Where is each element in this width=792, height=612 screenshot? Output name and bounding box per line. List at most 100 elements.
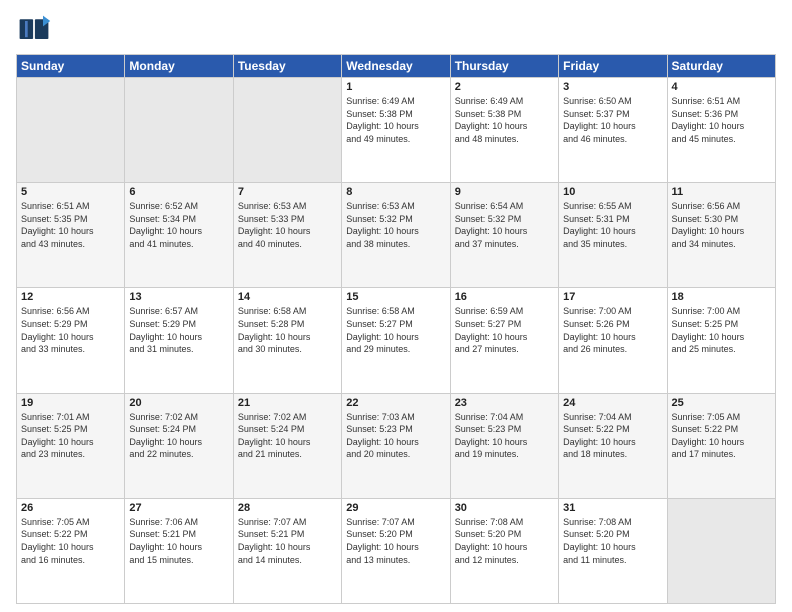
day-info: Sunrise: 6:51 AM Sunset: 5:35 PM Dayligh… [21,200,120,250]
day-info: Sunrise: 6:56 AM Sunset: 5:29 PM Dayligh… [21,305,120,355]
day-info: Sunrise: 6:56 AM Sunset: 5:30 PM Dayligh… [672,200,771,250]
day-info: Sunrise: 7:07 AM Sunset: 5:21 PM Dayligh… [238,516,337,566]
calendar-cell: 13 Sunrise: 6:57 AM Sunset: 5:29 PM Dayli… [125,288,233,393]
day-number: 10 [563,186,662,198]
day-info: Sunrise: 6:49 AM Sunset: 5:38 PM Dayligh… [455,95,554,145]
page: SundayMondayTuesdayWednesdayThursdayFrid… [0,0,792,612]
weekday-header-thursday: Thursday [450,55,558,78]
day-number: 23 [455,397,554,409]
day-info: Sunrise: 7:05 AM Sunset: 5:22 PM Dayligh… [21,516,120,566]
day-info: Sunrise: 6:52 AM Sunset: 5:34 PM Dayligh… [129,200,228,250]
day-info: Sunrise: 7:00 AM Sunset: 5:25 PM Dayligh… [672,305,771,355]
calendar-cell: 30 Sunrise: 7:08 AM Sunset: 5:20 PM Dayli… [450,498,558,603]
weekday-header-tuesday: Tuesday [233,55,341,78]
day-number: 31 [563,502,662,514]
calendar-cell: 25 Sunrise: 7:05 AM Sunset: 5:22 PM Dayli… [667,393,775,498]
day-number: 14 [238,291,337,303]
calendar-cell [125,78,233,183]
calendar-cell: 14 Sunrise: 6:58 AM Sunset: 5:28 PM Dayli… [233,288,341,393]
weekday-header-friday: Friday [559,55,667,78]
calendar-cell: 28Sunrise: 7:07 AM Sunset: 5:21 PM Dayli… [233,498,341,603]
day-number: 17 [563,291,662,303]
day-number: 24 [563,397,662,409]
calendar-cell: 7 Sunrise: 6:53 AM Sunset: 5:33 PM Daylig… [233,183,341,288]
day-number: 12 [21,291,120,303]
day-info: Sunrise: 7:06 AM Sunset: 5:21 PM Dayligh… [129,516,228,566]
calendar-cell: 11 Sunrise: 6:56 AM Sunset: 5:30 PM Dayli… [667,183,775,288]
day-number: 5 [21,186,120,198]
day-info: Sunrise: 6:58 AM Sunset: 5:28 PM Dayligh… [238,305,337,355]
day-info: Sunrise: 7:02 AM Sunset: 5:24 PM Dayligh… [129,411,228,461]
day-number: 20 [129,397,228,409]
calendar-cell: 26Sunrise: 7:05 AM Sunset: 5:22 PM Dayli… [17,498,125,603]
day-info: Sunrise: 7:05 AM Sunset: 5:22 PM Dayligh… [672,411,771,461]
day-info: Sunrise: 6:57 AM Sunset: 5:29 PM Dayligh… [129,305,228,355]
calendar-cell: 19 Sunrise: 7:01 AM Sunset: 5:25 PM Dayli… [17,393,125,498]
day-info: Sunrise: 6:53 AM Sunset: 5:32 PM Dayligh… [346,200,445,250]
calendar-cell: 23 Sunrise: 7:04 AM Sunset: 5:23 PM Dayli… [450,393,558,498]
calendar-cell: 16Sunrise: 6:59 AM Sunset: 5:27 PM Dayli… [450,288,558,393]
calendar-table: SundayMondayTuesdayWednesdayThursdayFrid… [16,54,776,604]
calendar-cell [233,78,341,183]
day-info: Sunrise: 6:51 AM Sunset: 5:36 PM Dayligh… [672,95,771,145]
day-info: Sunrise: 7:00 AM Sunset: 5:26 PM Dayligh… [563,305,662,355]
calendar-cell: 10Sunrise: 6:55 AM Sunset: 5:31 PM Dayli… [559,183,667,288]
calendar-week-3: 12 Sunrise: 6:56 AM Sunset: 5:29 PM Dayli… [17,288,776,393]
day-info: Sunrise: 7:03 AM Sunset: 5:23 PM Dayligh… [346,411,445,461]
calendar-cell: 15 Sunrise: 6:58 AM Sunset: 5:27 PM Dayli… [342,288,450,393]
weekday-header-wednesday: Wednesday [342,55,450,78]
day-info: Sunrise: 7:07 AM Sunset: 5:20 PM Dayligh… [346,516,445,566]
weekday-header-sunday: Sunday [17,55,125,78]
day-info: Sunrise: 6:58 AM Sunset: 5:27 PM Dayligh… [346,305,445,355]
day-number: 22 [346,397,445,409]
day-number: 8 [346,186,445,198]
day-number: 30 [455,502,554,514]
calendar-cell: 21 Sunrise: 7:02 AM Sunset: 5:24 PM Dayli… [233,393,341,498]
day-number: 4 [672,81,771,93]
calendar-header: SundayMondayTuesdayWednesdayThursdayFrid… [17,55,776,78]
day-info: Sunrise: 7:08 AM Sunset: 5:20 PM Dayligh… [455,516,554,566]
calendar-body: 1 Sunrise: 6:49 AM Sunset: 5:38 PM Daylig… [17,78,776,604]
day-info: Sunrise: 7:04 AM Sunset: 5:23 PM Dayligh… [455,411,554,461]
calendar-cell: 6 Sunrise: 6:52 AM Sunset: 5:34 PM Daylig… [125,183,233,288]
day-number: 29 [346,502,445,514]
day-number: 13 [129,291,228,303]
day-number: 9 [455,186,554,198]
day-number: 6 [129,186,228,198]
logo [16,12,58,48]
logo-icon [16,12,52,48]
calendar-cell [17,78,125,183]
calendar-cell: 31 Sunrise: 7:08 AM Sunset: 5:20 PM Dayli… [559,498,667,603]
calendar-cell: 24 Sunrise: 7:04 AM Sunset: 5:22 PM Dayli… [559,393,667,498]
calendar-cell: 1Sunrise: 6:49 AM Sunset: 5:38 PM Daylig… [342,78,450,183]
day-info: Sunrise: 6:59 AM Sunset: 5:27 PM Dayligh… [455,305,554,355]
weekday-row: SundayMondayTuesdayWednesdayThursdayFrid… [17,55,776,78]
calendar-cell: 18Sunrise: 7:00 AM Sunset: 5:25 PM Dayli… [667,288,775,393]
day-number: 21 [238,397,337,409]
calendar-cell: 2 Sunrise: 6:49 AM Sunset: 5:38 PM Daylig… [450,78,558,183]
calendar-cell: 4 Sunrise: 6:51 AM Sunset: 5:36 PM Daylig… [667,78,775,183]
day-number: 15 [346,291,445,303]
calendar-cell: 12 Sunrise: 6:56 AM Sunset: 5:29 PM Dayli… [17,288,125,393]
day-number: 3 [563,81,662,93]
day-info: Sunrise: 7:08 AM Sunset: 5:20 PM Dayligh… [563,516,662,566]
calendar-week-1: 1 Sunrise: 6:49 AM Sunset: 5:38 PM Daylig… [17,78,776,183]
calendar-cell: 17 Sunrise: 7:00 AM Sunset: 5:26 PM Dayli… [559,288,667,393]
calendar-cell: 3Sunrise: 6:50 AM Sunset: 5:37 PM Daylig… [559,78,667,183]
calendar-cell: 27 Sunrise: 7:06 AM Sunset: 5:21 PM Dayli… [125,498,233,603]
day-number: 25 [672,397,771,409]
day-number: 11 [672,186,771,198]
day-info: Sunrise: 6:53 AM Sunset: 5:33 PM Dayligh… [238,200,337,250]
header [16,12,776,48]
calendar-cell: 5 Sunrise: 6:51 AM Sunset: 5:35 PM Daylig… [17,183,125,288]
day-number: 19 [21,397,120,409]
day-number: 7 [238,186,337,198]
day-number: 2 [455,81,554,93]
day-info: Sunrise: 7:01 AM Sunset: 5:25 PM Dayligh… [21,411,120,461]
weekday-header-monday: Monday [125,55,233,78]
day-number: 1 [346,81,445,93]
day-info: Sunrise: 7:04 AM Sunset: 5:22 PM Dayligh… [563,411,662,461]
calendar-week-4: 19 Sunrise: 7:01 AM Sunset: 5:25 PM Dayli… [17,393,776,498]
day-number: 27 [129,502,228,514]
day-info: Sunrise: 7:02 AM Sunset: 5:24 PM Dayligh… [238,411,337,461]
